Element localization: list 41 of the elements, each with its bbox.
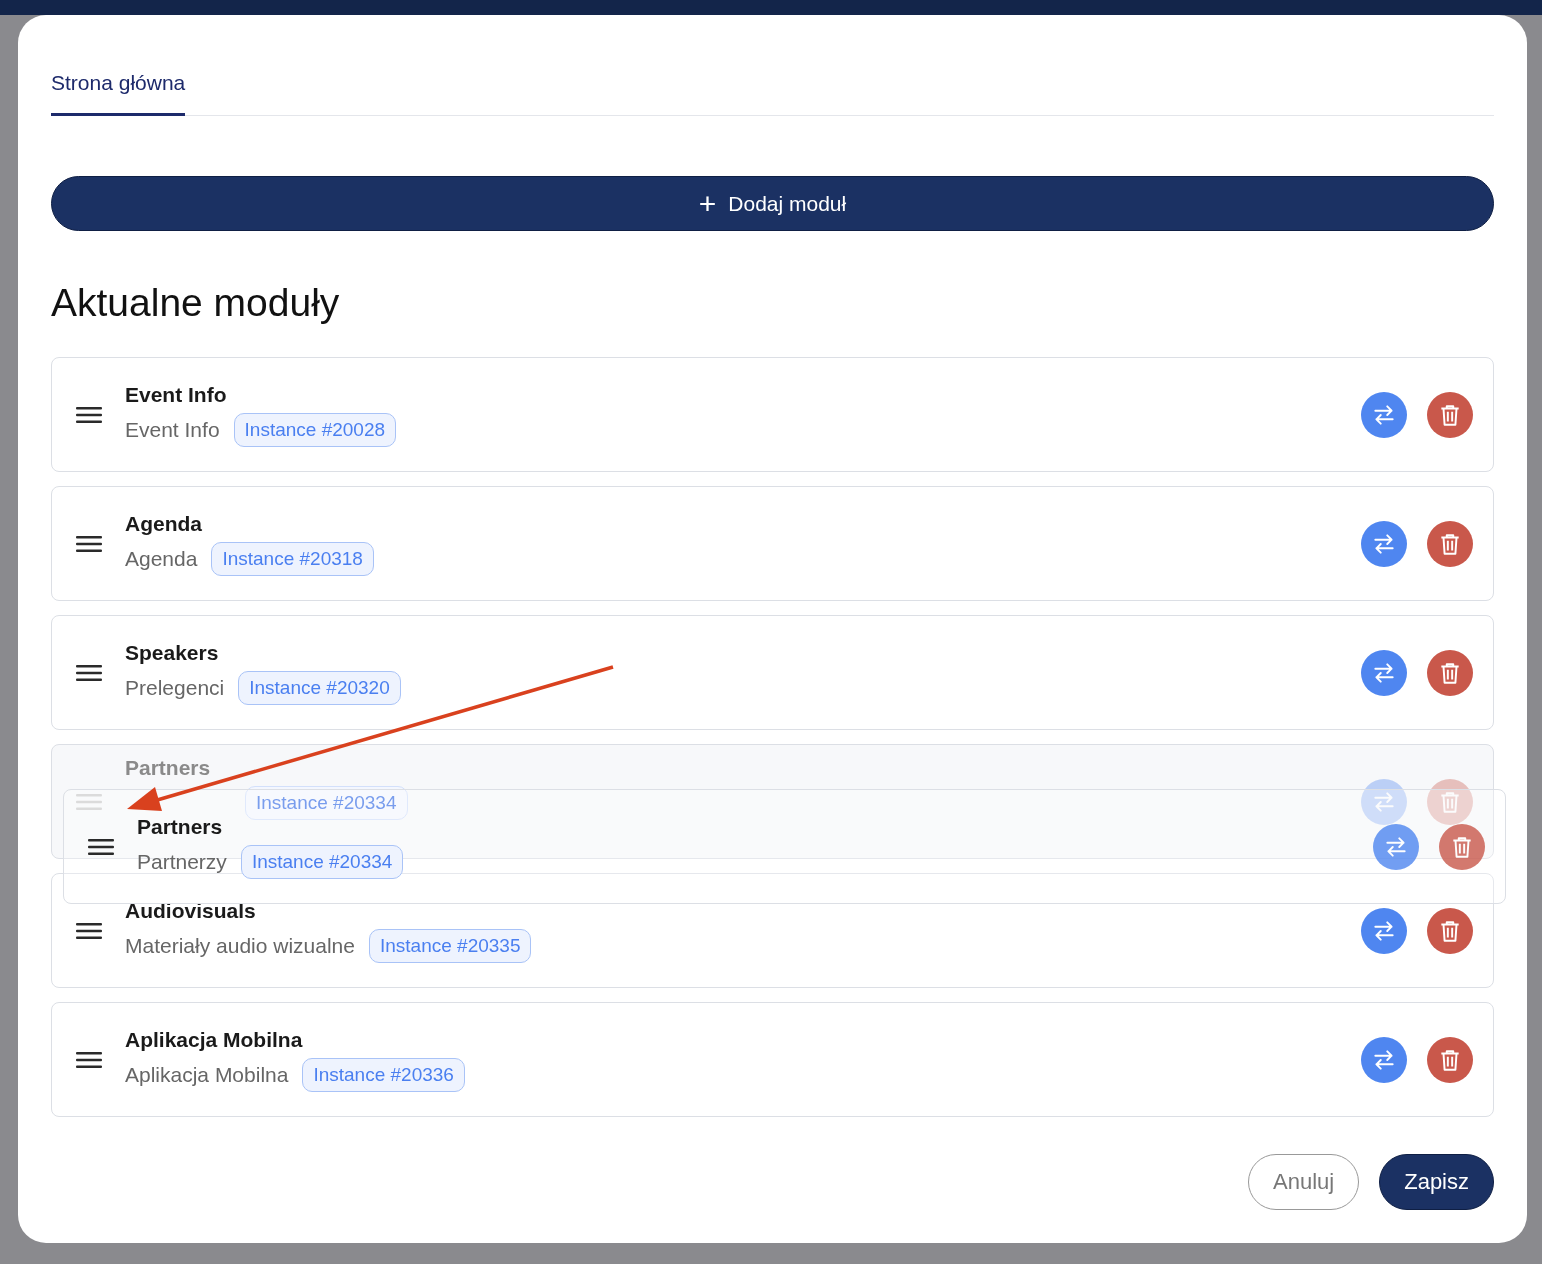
module-title: Partners [125,755,212,780]
swap-button[interactable] [1361,1036,1407,1083]
module-title: Speakers [125,640,220,665]
drag-handle-icon[interactable] [76,663,102,682]
cancel-button[interactable]: Anuluj [1248,1154,1360,1210]
module-subtitle: Agenda [125,546,198,571]
module-title: Partners [137,814,224,839]
drag-handle-icon[interactable] [88,837,114,856]
instance-tag: Instance #20334 [245,785,408,820]
delete-button[interactable] [1427,907,1473,954]
module-title: Event Info [125,382,228,407]
delete-button[interactable] [1427,391,1473,438]
module-subtitle: Aplikacja Mobilna [125,1062,289,1087]
module-subtitle: Prelegenci [125,675,225,700]
drag-handle-icon[interactable] [76,1050,102,1069]
instance-tag: Instance #20334 [240,844,404,879]
swap-button[interactable] [1361,649,1407,696]
delete-button[interactable] [1427,649,1473,696]
drag-handle-icon[interactable] [76,792,102,811]
drag-handle-icon[interactable] [76,921,102,940]
section-heading: Aktualne moduły [51,281,341,325]
save-button[interactable]: Zapisz [1379,1154,1494,1210]
swap-button[interactable] [1361,907,1407,954]
tab[interactable]: Strona główna [51,65,186,116]
module-subtitle: Event Info [125,417,220,442]
module-title: Agenda [125,511,203,536]
delete-button[interactable] [1427,1036,1473,1083]
instance-tag: Instance #20335 [368,928,532,963]
module-title: Aplikacja Mobilna [125,1027,304,1052]
swap-button[interactable] [1361,391,1407,438]
instance-tag: Instance #20336 [302,1057,465,1092]
swap-button[interactable] [1361,520,1407,567]
instance-tag: Instance #20028 [233,412,397,447]
module-subtitle: Materiały audio wizualne [125,933,355,958]
drag-handle-icon[interactable] [76,534,102,553]
add-module-button[interactable]: + Dodaj moduł [51,176,1494,231]
delete-button[interactable] [1427,520,1473,567]
instance-tag: Instance #20318 [211,541,374,576]
instance-tag: Instance #20320 [238,670,401,705]
drag-handle-icon[interactable] [76,405,102,424]
module-subtitle: Partnerzy [137,849,227,874]
